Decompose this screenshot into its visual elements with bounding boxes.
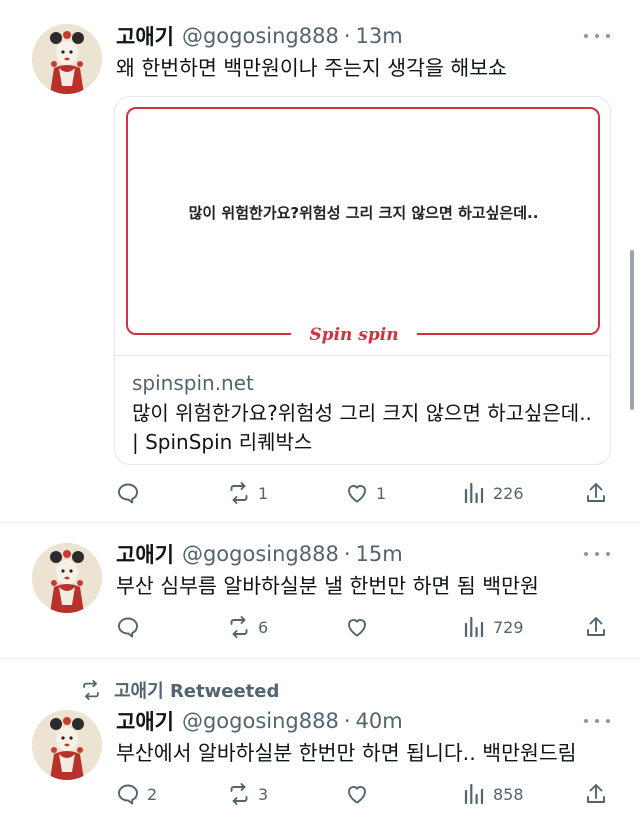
tweet-actions: 2 3 858 xyxy=(116,780,616,808)
avatar-image xyxy=(32,710,102,780)
separator-dot: · xyxy=(343,542,351,566)
retweet-button[interactable]: 6 xyxy=(227,613,268,641)
card-image: 많이 위험한가요?위험성 그리 크지 않으면 하고싶은데.. Spin spin xyxy=(115,97,610,356)
like-icon xyxy=(345,615,369,639)
retweet-count: 1 xyxy=(258,483,269,503)
tweet-text: 부산에서 알바하실분 한번만 하면 됩니다.. 백만원드림 xyxy=(116,741,577,765)
more-icon[interactable] xyxy=(584,26,610,46)
like-count: 1 xyxy=(376,483,387,503)
views-icon xyxy=(462,782,486,806)
views-icon xyxy=(462,481,486,505)
more-icon[interactable] xyxy=(584,544,610,564)
like-icon xyxy=(345,782,369,806)
share-icon xyxy=(584,615,608,639)
retweet-button[interactable]: 3 xyxy=(227,780,268,808)
author-handle[interactable]: @gogosing888 xyxy=(182,542,339,566)
tweet-3[interactable]: 고애기 @gogosing888 · 40m 부산에서 알바하실분 한번만 하면… xyxy=(0,690,640,828)
author-handle[interactable]: @gogosing888 xyxy=(182,709,339,733)
retweet-button[interactable]: 1 xyxy=(227,479,268,507)
reply-count: 2 xyxy=(147,784,158,804)
like-icon xyxy=(345,481,369,505)
share-icon xyxy=(584,782,608,806)
retweet-count: 3 xyxy=(258,784,269,804)
like-button[interactable] xyxy=(345,780,376,808)
separator-dot: · xyxy=(343,709,351,733)
like-button[interactable]: 1 xyxy=(345,479,386,507)
retweet-count: 6 xyxy=(258,617,269,637)
author-name[interactable]: 고애기 xyxy=(116,706,174,736)
share-button[interactable] xyxy=(584,613,608,641)
more-icon[interactable] xyxy=(584,711,610,731)
retweet-icon xyxy=(227,481,251,505)
timestamp[interactable]: 13m xyxy=(356,24,403,48)
reply-button[interactable] xyxy=(116,479,147,507)
like-button[interactable] xyxy=(345,613,376,641)
avatar[interactable] xyxy=(32,710,102,780)
reply-icon xyxy=(116,615,140,639)
view-count: 858 xyxy=(493,784,524,804)
tweet-text: 왜 한번하면 백만원이나 주는지 생각을 해보쇼 xyxy=(116,56,507,80)
card-title: 많이 위험한가요?위험성 그리 크지 않으면 하고싶은데.. | SpinSpi… xyxy=(132,401,592,454)
divider xyxy=(0,658,640,659)
tweet-text: 부산 심부름 알바하실분 낼 한번만 하면 됨 백만원 xyxy=(116,574,539,598)
avatar-image xyxy=(32,24,102,94)
card-domain: spinspin.net xyxy=(132,371,254,395)
timestamp[interactable]: 40m xyxy=(356,709,403,733)
views-button[interactable]: 226 xyxy=(462,479,524,507)
card-image-quote: 많이 위험한가요?위험성 그리 크지 않으면 하고싶은데.. xyxy=(188,204,539,222)
tweet-1[interactable]: 고애기 @gogosing888 · 13m 왜 한번하면 백만원이나 주는지 … xyxy=(0,0,640,522)
timestamp[interactable]: 15m xyxy=(356,542,403,566)
avatar[interactable] xyxy=(32,543,102,613)
views-button[interactable]: 729 xyxy=(462,613,524,641)
reply-button[interactable] xyxy=(116,613,147,641)
view-count: 729 xyxy=(493,617,524,637)
card-logo: Spin spin xyxy=(291,323,417,347)
author-handle[interactable]: @gogosing888 xyxy=(182,24,339,48)
views-button[interactable]: 858 xyxy=(462,780,524,808)
author-name[interactable]: 고애기 xyxy=(116,21,174,51)
views-icon xyxy=(462,615,486,639)
author-name[interactable]: 고애기 xyxy=(116,539,174,569)
share-icon xyxy=(584,481,608,505)
retweet-icon xyxy=(227,782,251,806)
share-button[interactable] xyxy=(584,780,608,808)
separator-dot: · xyxy=(343,24,351,48)
tweet-actions: 6 729 xyxy=(116,613,616,641)
share-button[interactable] xyxy=(584,479,608,507)
retweet-icon xyxy=(227,615,251,639)
reply-icon xyxy=(116,481,140,505)
scrollbar[interactable] xyxy=(630,250,634,410)
view-count: 226 xyxy=(493,483,524,503)
spinspin-logo: Spin spin xyxy=(309,325,399,345)
tweet-2[interactable]: 고애기 @gogosing888 · 15m 부산 심부름 알바하실분 낼 한번… xyxy=(0,523,640,657)
link-card[interactable]: 많이 위험한가요?위험성 그리 크지 않으면 하고싶은데.. Spin spin… xyxy=(114,96,611,465)
tweet-actions: 1 1 226 xyxy=(116,479,616,507)
avatar-image xyxy=(32,543,102,613)
avatar[interactable] xyxy=(32,24,102,94)
reply-button[interactable]: 2 xyxy=(116,780,157,808)
reply-icon xyxy=(116,782,140,806)
